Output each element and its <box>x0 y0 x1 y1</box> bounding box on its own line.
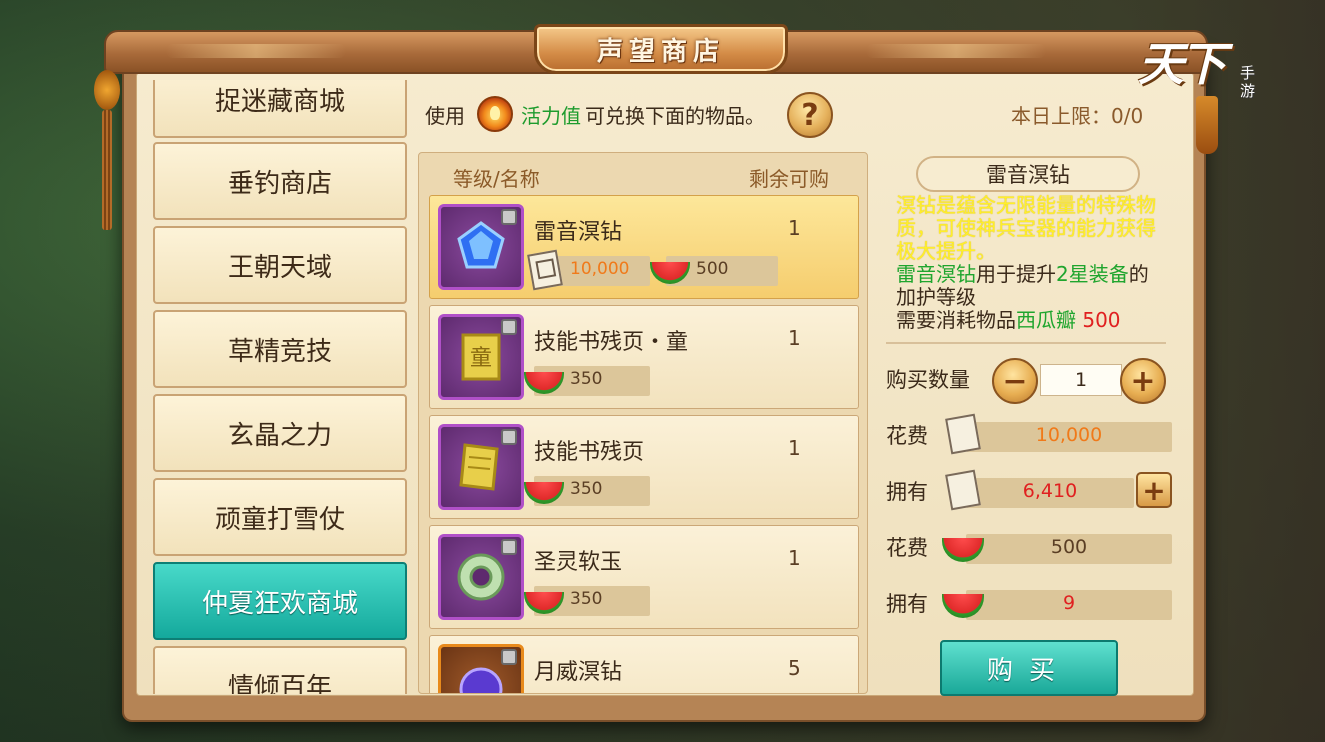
own-note-value: 6,410 <box>1022 480 1078 502</box>
info-use-text: 使用 <box>425 104 465 128</box>
desc-need-amount: 500 <box>1082 308 1121 332</box>
cost-note-row: 花费 10,000 <box>886 413 1172 455</box>
cost-melon-row: 花费 500 <box>886 526 1172 566</box>
lock-icon <box>501 319 517 335</box>
item-row[interactable]: 童 技能书残页・童 1 350 <box>429 305 859 409</box>
lock-icon <box>501 429 517 445</box>
purple-crystal-icon <box>438 644 524 693</box>
item-name: 技能书残页・童 <box>534 330 689 355</box>
silver-note-icon <box>527 249 563 291</box>
menu-item-midsummer[interactable]: 仲夏狂欢商城 <box>153 562 407 640</box>
info-rest-text: 可兑换下面的物品。 <box>585 104 765 128</box>
desc-intro: 溟钻是蕴含无限能量的特殊物质，可使神兵宝器的能力获得极大提升。 <box>896 194 1156 263</box>
price-melon: 350 <box>570 369 603 389</box>
item-row[interactable]: 月威溟钻 5 <box>429 635 859 693</box>
list-header: 等级/名称 剩余可购 <box>419 153 867 193</box>
item-remain: 1 <box>788 216 801 240</box>
quantity-input[interactable]: 1 <box>1040 364 1122 396</box>
jade-ring-icon <box>438 534 524 620</box>
daily-limit: 本日上限：0/0 <box>1011 104 1144 128</box>
help-button[interactable]: ? <box>787 92 833 138</box>
svg-text:童: 童 <box>470 346 492 371</box>
cost-melon-value: 500 <box>1050 536 1088 558</box>
desc-material: 西瓜瓣 <box>1016 308 1076 332</box>
price-melon: 350 <box>570 479 603 499</box>
cost-label: 花费 <box>886 536 928 560</box>
own-note-row: 拥有 6,410 + <box>886 469 1172 511</box>
shop-category-list[interactable]: 捉迷藏商城 垂钓商店 王朝天域 草精竞技 玄晶之力 顽童打雪仗 仲夏狂欢商城 情… <box>146 80 414 694</box>
item-name: 技能书残页 <box>534 440 645 465</box>
blue-crystal-icon <box>438 204 524 290</box>
menu-item-hide-seek[interactable]: 捉迷藏商城 <box>153 80 407 138</box>
title-plate: 声望商店 <box>534 24 788 74</box>
qty-label: 购买数量 <box>886 368 970 392</box>
skill-page-icon <box>438 424 524 510</box>
tassel-left-icon <box>92 64 122 234</box>
item-detail-panel: 雷音溟钻 溟钻是蕴含无限能量的特殊物质，可使神兵宝器的能力获得极大提升。 雷音溟… <box>880 152 1176 696</box>
add-currency-button[interactable]: + <box>1136 472 1172 508</box>
detail-item-name: 雷音溟钻 <box>916 156 1140 192</box>
skill-page-tong-icon: 童 <box>438 314 524 400</box>
own-melon-value: 9 <box>1062 592 1076 614</box>
menu-item-grass-arena[interactable]: 草精竞技 <box>153 310 407 388</box>
item-remain: 5 <box>788 656 801 680</box>
item-list[interactable]: 等级/名称 剩余可购 雷音溟钻 1 10,000 500 童 技能书残页・童 1… <box>418 152 868 694</box>
menu-item-dynasty[interactable]: 王朝天域 <box>153 226 407 304</box>
cost-label: 花费 <box>886 424 928 448</box>
minus-button[interactable]: − <box>992 358 1038 404</box>
desc-item-name: 雷音溟钻 <box>896 262 976 286</box>
item-name: 月威溟钻 <box>534 660 623 685</box>
own-melon-row: 拥有 9 <box>886 582 1172 622</box>
cost-note-value: 10,000 <box>1035 424 1103 446</box>
menu-item-fishing[interactable]: 垂钓商店 <box>153 142 407 220</box>
lock-icon <box>501 209 517 225</box>
desc-text: 用于提升 <box>976 262 1056 286</box>
logo-sub: 手游 <box>1240 64 1256 100</box>
item-name: 圣灵软玉 <box>534 550 623 575</box>
lock-icon <box>501 539 517 555</box>
item-remain: 1 <box>788 326 801 350</box>
lock-icon <box>501 649 517 665</box>
vitality-flame-icon <box>477 96 513 132</box>
item-row[interactable]: 雷音溟钻 1 10,000 500 <box>429 195 859 299</box>
item-name: 雷音溟钻 <box>534 220 623 245</box>
divider <box>886 342 1166 344</box>
plus-button[interactable]: + <box>1120 358 1166 404</box>
buy-button[interactable]: 购买 <box>940 640 1118 696</box>
page-title: 声望商店 <box>596 36 725 67</box>
menu-item-love[interactable]: 情倾百年 <box>153 646 407 694</box>
item-row[interactable]: 技能书残页 1 350 <box>429 415 859 519</box>
desc-equip: 2星装备 <box>1056 262 1129 286</box>
item-remain: 1 <box>788 436 801 460</box>
menu-item-crystal[interactable]: 玄晶之力 <box>153 394 407 472</box>
cloud-ornament-right <box>866 44 1046 58</box>
logo-main: 天下 <box>1138 37 1226 91</box>
desc-need: 需要消耗物品 <box>896 308 1016 332</box>
item-description[interactable]: 溟钻是蕴含无限能量的特殊物质，可使神兵宝器的能力获得极大提升。 雷音溟钻用于提升… <box>896 194 1162 336</box>
cloud-ornament-left <box>166 44 346 58</box>
vitality-label: 活力值 <box>521 104 581 128</box>
col-name-header: 等级/名称 <box>453 167 540 191</box>
item-remain: 1 <box>788 546 801 570</box>
price-melon: 350 <box>570 589 603 609</box>
own-label: 拥有 <box>886 592 928 616</box>
info-bar: 使用 活力值 可兑换下面的物品。 ? 本日上限：0/0 <box>425 92 1165 138</box>
price-note: 10,000 <box>570 259 630 279</box>
price-melon: 500 <box>696 259 729 279</box>
own-label: 拥有 <box>886 480 928 504</box>
menu-item-snowball[interactable]: 顽童打雪仗 <box>153 478 407 556</box>
item-row[interactable]: 圣灵软玉 1 350 <box>429 525 859 629</box>
col-remain-header: 剩余可购 <box>749 167 829 191</box>
